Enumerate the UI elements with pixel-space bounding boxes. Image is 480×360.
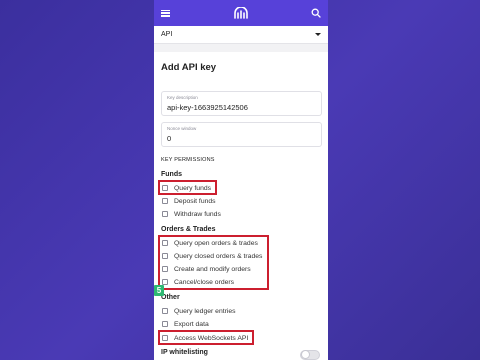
highlight-query-funds bbox=[158, 180, 217, 195]
key-description-field[interactable]: Key description api-key-1663925142506 bbox=[161, 91, 322, 116]
caret-down-icon bbox=[315, 33, 321, 36]
perm-label: Query ledger entries bbox=[174, 307, 236, 315]
perm-withdraw-funds[interactable]: Withdraw funds bbox=[162, 209, 221, 219]
ip-whitelisting-label: IP whitelisting bbox=[161, 349, 208, 356]
nonce-window-value: 0 bbox=[167, 134, 172, 143]
top-app-bar bbox=[154, 0, 328, 26]
section-selector-value: API bbox=[161, 31, 173, 38]
perm-deposit-funds[interactable]: Deposit funds bbox=[162, 196, 216, 206]
highlight-orders-trades bbox=[158, 235, 269, 290]
checkbox[interactable] bbox=[162, 308, 168, 314]
search-icon[interactable] bbox=[311, 8, 321, 18]
perm-label: Deposit funds bbox=[174, 197, 216, 205]
ip-whitelisting-toggle[interactable] bbox=[300, 350, 320, 360]
hamburger-icon[interactable] bbox=[161, 9, 170, 17]
perm-label: Export data bbox=[174, 320, 209, 328]
highlight-websockets bbox=[158, 330, 254, 345]
key-permissions-heading: KEY PERMISSIONS bbox=[161, 157, 215, 163]
perm-query-ledger[interactable]: Query ledger entries bbox=[162, 306, 236, 316]
add-api-key-card: Add API key Key description api-key-1663… bbox=[154, 52, 328, 360]
kraken-logo-icon[interactable] bbox=[233, 7, 248, 19]
phone-screen: API Add API key Key description api-key-… bbox=[154, 0, 328, 360]
section-selector[interactable]: API bbox=[154, 26, 328, 44]
group-heading-funds: Funds bbox=[161, 171, 182, 178]
group-heading-orders-trades: Orders & Trades bbox=[161, 226, 216, 233]
checkbox[interactable] bbox=[162, 321, 168, 327]
toggle-knob bbox=[301, 350, 310, 359]
page-title: Add API key bbox=[161, 62, 217, 73]
perm-label: Withdraw funds bbox=[174, 210, 221, 218]
key-description-value: api-key-1663925142506 bbox=[167, 103, 248, 112]
nonce-window-label: Nonce window bbox=[167, 126, 197, 131]
key-description-label: Key description bbox=[167, 95, 198, 100]
step-badge: 5 bbox=[154, 285, 164, 296]
perm-export-data[interactable]: Export data bbox=[162, 319, 209, 329]
checkbox[interactable] bbox=[162, 198, 168, 204]
checkbox[interactable] bbox=[162, 211, 168, 217]
nonce-window-field[interactable]: Nonce window 0 bbox=[161, 122, 322, 147]
